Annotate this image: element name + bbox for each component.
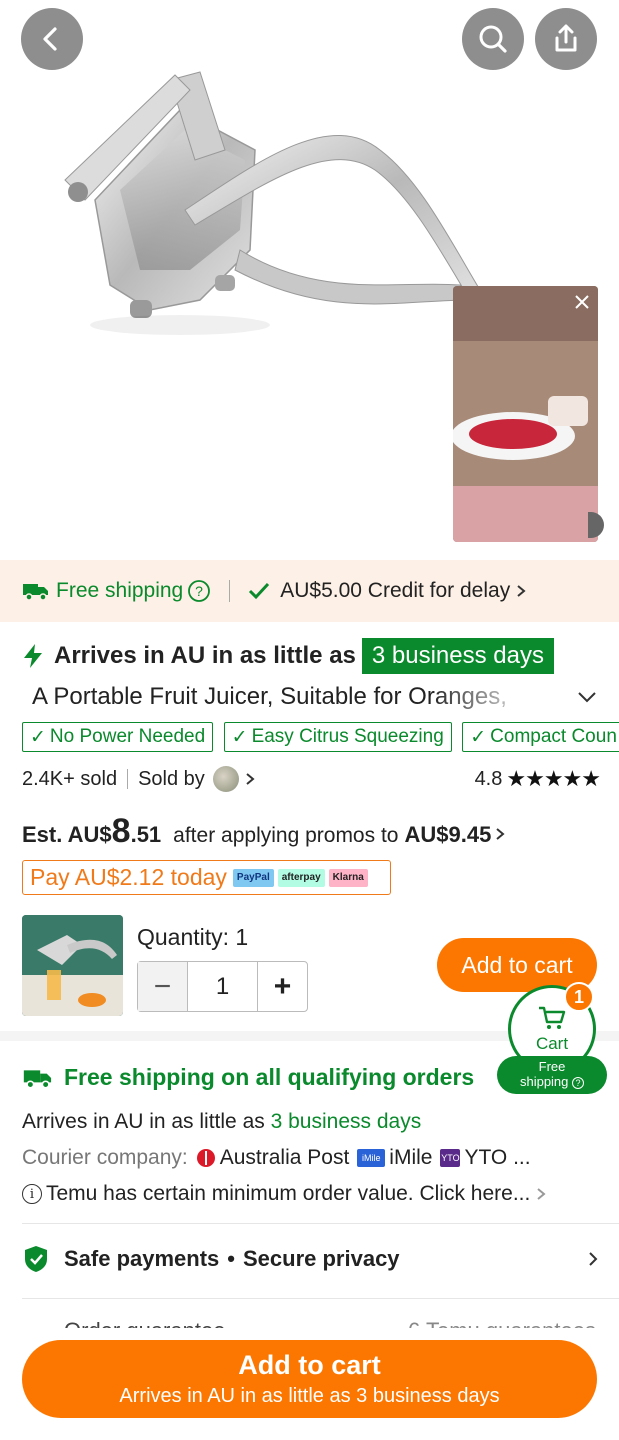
feature-tag: ✓ Easy Citrus Squeezing xyxy=(223,722,452,752)
courier-row[interactable]: Courier company: Australia Post iMile iM… xyxy=(22,1146,531,1170)
divider xyxy=(229,580,231,602)
pay-today-box[interactable]: Pay AU$2.12 today PayPal afterpay Klarna xyxy=(22,860,391,895)
search-icon xyxy=(479,25,507,53)
min-order-text: Temu has certain minimum order value. Cl… xyxy=(46,1182,531,1205)
klarna-logo: Klarna xyxy=(328,868,368,887)
arrival-line-days: 3 business days xyxy=(270,1110,422,1133)
peek-right: 6 Temu guarantees xyxy=(408,1318,596,1328)
shipping-banner[interactable]: Free shipping ? AU$5.00 Credit for delay xyxy=(0,560,619,622)
sold-by-label: Sold by xyxy=(138,767,205,790)
free-shipping-heading[interactable]: Free shipping on all qualifying orders xyxy=(22,1064,474,1091)
quantity-stepper[interactable]: − 1 + xyxy=(137,961,308,1012)
arrival-badge: 3 business days xyxy=(361,638,554,674)
secure-privacy-label: Secure privacy xyxy=(243,1246,400,1271)
feature-tag: ✓ Compact Coun xyxy=(462,722,619,752)
increase-button[interactable]: + xyxy=(257,962,307,1011)
title-fade xyxy=(430,683,540,713)
bullet: • xyxy=(227,1246,235,1271)
order-guarantee-peek: Order guarantee 6 Temu guarantees xyxy=(22,1316,600,1328)
svg-text:?: ? xyxy=(195,583,203,599)
price-prefix: Est. AU$ xyxy=(22,822,112,847)
sold-row: 2.4K+ sold Sold by 4.8 ★★★★★ xyxy=(22,764,601,794)
video-preview[interactable] xyxy=(453,286,598,542)
cart-label: Cart xyxy=(535,1034,569,1053)
credit-label: AU$5.00 Credit for delay xyxy=(280,579,511,602)
check-icon xyxy=(249,582,270,600)
video-frame xyxy=(453,286,598,542)
divider xyxy=(22,1223,619,1224)
chevron-right-icon xyxy=(537,1188,546,1200)
pay-today-text: Pay AU$2.12 today xyxy=(30,864,227,890)
quantity-value[interactable]: 1 xyxy=(188,962,257,1011)
free-pill-line1: Free xyxy=(538,1059,566,1074)
divider xyxy=(22,1298,619,1299)
price-row[interactable]: Est. AU$ 8 .51 after applying promos to … xyxy=(22,812,507,851)
divider xyxy=(127,769,129,789)
truck-icon xyxy=(23,1069,52,1089)
rating[interactable]: 4.8 ★★★★★ xyxy=(474,766,601,792)
bottom-add-sub: Arrives in AU in as little as 3 business… xyxy=(119,1385,500,1407)
search-button[interactable] xyxy=(462,8,524,70)
courier-yto: YTO ... xyxy=(464,1146,531,1169)
decrease-button[interactable]: − xyxy=(138,962,188,1011)
min-order-row[interactable]: i Temu has certain minimum order value. … xyxy=(22,1182,548,1206)
peek-left: Order guarantee xyxy=(64,1318,225,1328)
share-icon xyxy=(555,24,577,52)
cart-icon xyxy=(539,1006,566,1029)
free-shipping-pill: Free shipping ? xyxy=(497,1056,607,1094)
feature-tag: ✓ No Power Needed xyxy=(22,722,214,752)
star-icons: ★★★★★ xyxy=(506,766,601,791)
imile-icon: iMile xyxy=(357,1149,386,1167)
safe-payments-row[interactable]: Safe payments • Secure privacy xyxy=(22,1244,600,1274)
arrival-heading: Arrives in AU in as little as 3 business… xyxy=(22,638,554,674)
chevron-right-icon xyxy=(496,828,505,840)
final-price: AU$9.45 xyxy=(404,822,492,847)
thumbnail-image xyxy=(22,915,123,1016)
share-button[interactable] xyxy=(535,8,597,70)
courier-auspost: Australia Post xyxy=(219,1146,350,1169)
back-button[interactable] xyxy=(21,8,83,70)
arrival-prefix: Arrives in AU in as little as xyxy=(54,642,356,669)
price-cents: .51 xyxy=(130,822,162,847)
promo-text: after applying promos to xyxy=(173,824,399,847)
feature-tags: ✓ No Power Needed ✓ Easy Citrus Squeezing … xyxy=(22,722,619,754)
lightning-icon xyxy=(24,644,42,668)
product-hero[interactable] xyxy=(0,0,619,556)
free-pill-line2: shipping ? xyxy=(497,1074,607,1089)
info-icon: i xyxy=(22,1184,42,1204)
chevron-right-icon[interactable] xyxy=(243,771,257,787)
chevron-left-icon xyxy=(43,27,57,51)
afterpay-logo: afterpay xyxy=(277,868,325,887)
safe-payments-label: Safe payments xyxy=(64,1246,220,1271)
free-shipping-label: Free shipping xyxy=(56,579,184,602)
quantity-label: Quantity: 1 xyxy=(137,924,249,950)
shield-check-icon xyxy=(25,1246,47,1272)
close-icon xyxy=(575,295,589,309)
variant-thumbnail[interactable] xyxy=(22,915,123,1016)
chevron-right-icon xyxy=(589,1252,598,1266)
help-icon[interactable]: ? xyxy=(187,579,211,603)
price-dollars: 8 xyxy=(111,812,131,850)
chevron-right-icon xyxy=(517,585,526,597)
cart-count-badge: 1 xyxy=(564,982,594,1012)
chevron-down-icon[interactable] xyxy=(576,686,598,708)
rating-value: 4.8 xyxy=(474,767,503,790)
free-shipping-title: Free shipping on all qualifying orders xyxy=(64,1064,475,1090)
courier-imile: iMile xyxy=(389,1146,433,1169)
arrival-line-prefix: Arrives in AU in as little as xyxy=(22,1110,265,1133)
bottom-add-to-cart-button[interactable]: Add to cart Arrives in AU in as little a… xyxy=(22,1340,597,1418)
seller-avatar[interactable] xyxy=(212,766,239,792)
arrival-line: Arrives in AU in as little as 3 business… xyxy=(22,1110,421,1134)
video-close-button[interactable] xyxy=(568,288,596,316)
paypal-logo: PayPal xyxy=(232,868,274,887)
bottom-add-label: Add to cart xyxy=(238,1350,381,1380)
yto-icon: YTO xyxy=(440,1149,461,1167)
courier-label: Courier company: xyxy=(22,1146,188,1169)
australia-post-icon xyxy=(196,1149,216,1167)
truck-icon xyxy=(23,584,48,601)
sold-count: 2.4K+ sold xyxy=(22,767,118,790)
